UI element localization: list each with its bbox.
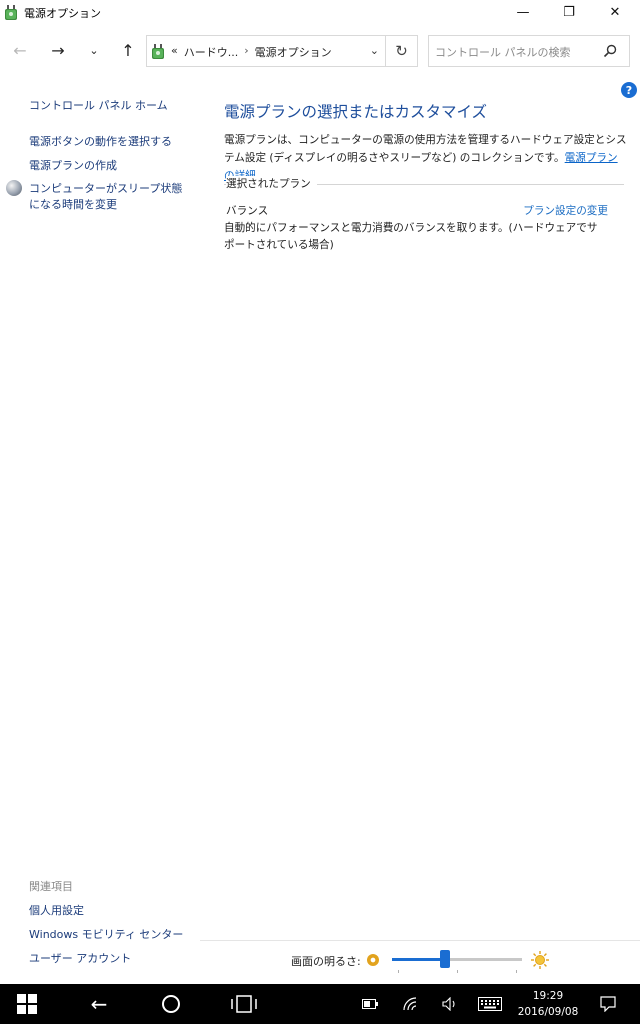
dim-brightness-icon bbox=[367, 954, 379, 966]
selected-plan-heading: 選択されたプラン bbox=[226, 176, 317, 191]
refresh-button[interactable]: ↻ bbox=[386, 35, 418, 67]
address-bar-row: ← → ⌄ ↑ « ハードウ... › 電源オプション ⌄ ↻ bbox=[0, 30, 640, 70]
related-item-mobility-center[interactable]: Windows モビリティ センター bbox=[29, 926, 183, 942]
power-options-icon bbox=[152, 44, 164, 59]
slider-tick bbox=[457, 970, 458, 973]
slider-tick bbox=[516, 970, 517, 973]
brightness-label: 画面の明るさ: bbox=[291, 955, 361, 968]
sidebar-item-sleep-time[interactable]: コンピューターがスリープ状態になる時間を変更 bbox=[29, 181, 189, 213]
bright-brightness-icon bbox=[531, 951, 549, 969]
plan-description: 自動的にパフォーマンスと電力消費のバランスを取ります。(ハードウェアでサポートさ… bbox=[224, 222, 598, 251]
title-bar: 電源オプション — ❐ ✕ bbox=[0, 0, 640, 24]
maximize-button[interactable]: ❐ bbox=[546, 0, 592, 24]
recent-locations-button[interactable]: ⌄ bbox=[80, 38, 108, 62]
touch-keyboard-icon[interactable] bbox=[476, 984, 504, 1024]
brightness-divider bbox=[200, 940, 640, 941]
related-item-personalization[interactable]: 個人用設定 bbox=[29, 902, 84, 918]
breadcrumb-overflow[interactable]: « bbox=[171, 44, 178, 60]
cortana-circle-icon bbox=[162, 995, 180, 1013]
related-item-user-accounts[interactable]: ユーザー アカウント bbox=[29, 950, 131, 966]
start-button[interactable] bbox=[12, 984, 42, 1024]
back-button[interactable]: ← bbox=[6, 38, 34, 62]
clock-time: 19:29 bbox=[532, 990, 564, 1002]
address-bar[interactable]: « ハードウ... › 電源オプション ⌄ bbox=[146, 35, 386, 67]
moon-icon bbox=[6, 180, 22, 196]
clock-date: 2016/09/08 bbox=[517, 1006, 579, 1018]
selected-plan-group: 選択されたプラン bbox=[224, 176, 624, 192]
brightness-slider-thumb[interactable] bbox=[440, 950, 450, 968]
clock[interactable]: 19:29 2016/09/08 bbox=[512, 988, 584, 1020]
up-button[interactable]: ↑ bbox=[114, 38, 142, 62]
sidebar-item-power-button-action[interactable]: 電源ボタンの動作を選択する bbox=[29, 133, 172, 149]
forward-button[interactable]: → bbox=[44, 38, 72, 62]
window-title: 電源オプション bbox=[24, 7, 101, 20]
breadcrumb: « ハードウ... › 電源オプション bbox=[171, 44, 332, 60]
search-box[interactable] bbox=[428, 35, 630, 67]
breadcrumb-item-power-options[interactable]: 電源オプション bbox=[255, 44, 332, 60]
breadcrumb-separator-icon[interactable]: › bbox=[244, 44, 248, 60]
related-heading: 関連項目 bbox=[29, 880, 73, 893]
change-plan-settings-link[interactable]: プラン設定の変更 bbox=[523, 203, 608, 218]
search-input[interactable] bbox=[435, 43, 601, 61]
plan-name: バランス bbox=[226, 205, 269, 217]
wifi-icon[interactable] bbox=[401, 984, 421, 1024]
close-button[interactable]: ✕ bbox=[592, 0, 638, 24]
action-center-button[interactable] bbox=[598, 984, 618, 1024]
taskbar-back-button[interactable]: ← bbox=[84, 984, 114, 1024]
address-dropdown-icon[interactable]: ⌄ bbox=[370, 44, 379, 57]
minimize-button[interactable]: — bbox=[500, 0, 546, 24]
search-icon[interactable] bbox=[603, 44, 617, 58]
windows-logo-icon bbox=[17, 994, 37, 1014]
plan-row: バランス プラン設定の変更 bbox=[224, 202, 608, 220]
brightness-slider-fill bbox=[392, 958, 445, 961]
volume-icon[interactable] bbox=[440, 984, 460, 1024]
sidebar-item-create-power-plan[interactable]: 電源プランの作成 bbox=[29, 157, 117, 173]
notification-icon bbox=[600, 996, 616, 1012]
page-title: 電源プランの選択またはカスタマイズ bbox=[224, 103, 488, 121]
help-icon[interactable]: ? bbox=[621, 82, 637, 98]
task-view-icon bbox=[231, 995, 257, 1013]
power-options-icon bbox=[5, 5, 17, 20]
task-view-button[interactable] bbox=[228, 984, 260, 1024]
breadcrumb-item-hardware[interactable]: ハードウ... bbox=[184, 44, 239, 60]
slider-tick bbox=[398, 970, 399, 973]
main-content: 電源プランの選択またはカスタマイズ 電源プランは、コンピューターの電源の使用方法… bbox=[224, 100, 628, 251]
cortana-button[interactable] bbox=[156, 984, 186, 1024]
sidebar-item-control-panel-home[interactable]: コントロール パネル ホーム bbox=[29, 97, 168, 113]
taskbar: ← 19:29 2016/09/08 bbox=[0, 984, 640, 1024]
battery-icon[interactable] bbox=[360, 984, 380, 1024]
